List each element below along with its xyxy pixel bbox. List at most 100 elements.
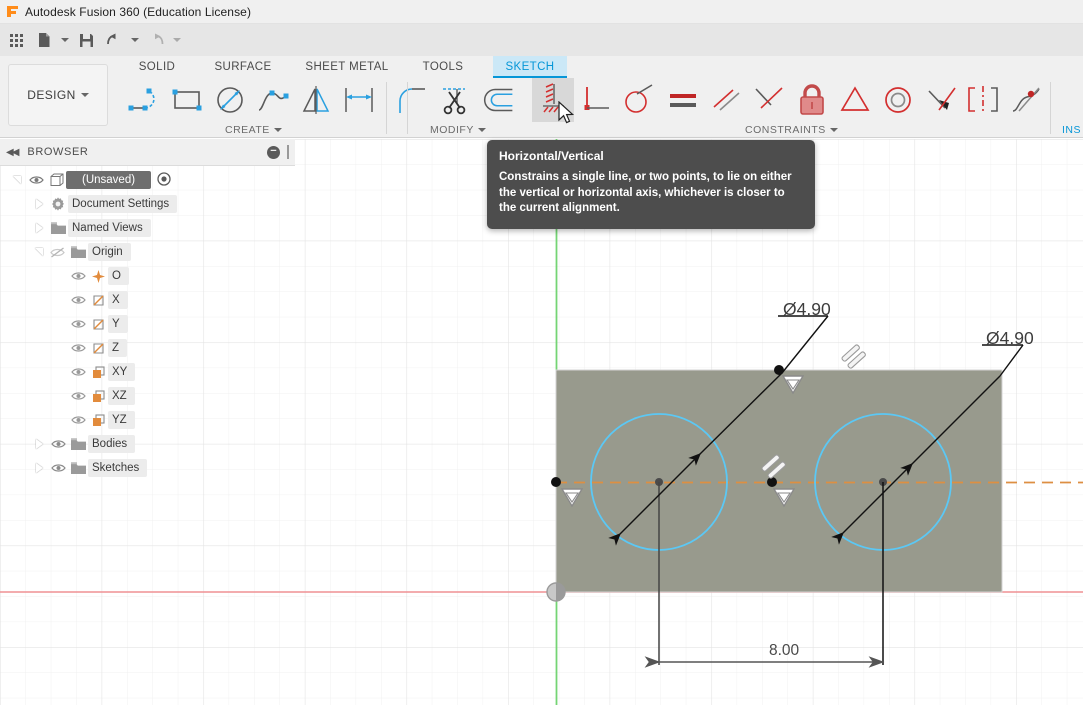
tree-item-origin-point[interactable]: O bbox=[0, 264, 295, 288]
line-tool[interactable] bbox=[124, 78, 166, 122]
twisty-right-icon[interactable] bbox=[30, 199, 48, 209]
visibility-eye-icon[interactable] bbox=[68, 271, 88, 281]
trim-tool[interactable] bbox=[434, 78, 476, 122]
radio-icon[interactable] bbox=[157, 171, 171, 189]
fillet-icon bbox=[399, 88, 425, 113]
tree-item-plane-yz[interactable]: YZ bbox=[0, 408, 295, 432]
plane-icon bbox=[88, 389, 108, 404]
workspace-switcher[interactable]: DESIGN bbox=[8, 64, 108, 126]
parallel-constraint[interactable] bbox=[705, 78, 747, 122]
ribbon-tabs: SOLID SURFACE SHEET METAL TOOLS SKETCH bbox=[118, 56, 1083, 78]
top-edge-point[interactable] bbox=[774, 365, 784, 375]
perpendicular-constraint[interactable] bbox=[575, 78, 617, 122]
chevron-down-icon bbox=[61, 38, 69, 42]
browser-title: BROWSER bbox=[27, 146, 89, 158]
pattern-arrow-icon bbox=[345, 88, 373, 112]
collinear-constraint[interactable] bbox=[748, 78, 790, 122]
chevron-down-icon bbox=[131, 38, 139, 42]
undo-caret[interactable] bbox=[128, 25, 142, 55]
concentric-constraint[interactable] bbox=[877, 78, 919, 122]
equal-constraint[interactable] bbox=[662, 78, 704, 122]
redo-caret[interactable] bbox=[170, 25, 184, 55]
equal-icon bbox=[670, 94, 696, 107]
inspect-measure-tool[interactable] bbox=[1066, 78, 1083, 122]
mirror-tool[interactable] bbox=[295, 78, 337, 122]
tab-surface[interactable]: SURFACE bbox=[200, 56, 286, 78]
tree-item-origin[interactable]: Origin bbox=[0, 240, 295, 264]
inspect-group-label[interactable]: INS bbox=[1062, 124, 1081, 136]
tree-item-axis-y[interactable]: Y bbox=[0, 312, 295, 336]
tab-solid[interactable]: SOLID bbox=[118, 56, 196, 78]
mid-construction-point[interactable] bbox=[767, 477, 777, 487]
tangent-constraint[interactable] bbox=[618, 78, 660, 122]
redo-button[interactable] bbox=[142, 25, 170, 55]
group-separator-1b bbox=[407, 82, 408, 134]
modify-group-label[interactable]: MODIFY bbox=[430, 124, 486, 136]
symmetry-constraint[interactable] bbox=[962, 78, 1004, 122]
tree-item-document-settings[interactable]: Document Settings bbox=[0, 192, 295, 216]
rectangle-tool[interactable] bbox=[166, 78, 208, 122]
tree-item-label: Named Views bbox=[68, 219, 151, 237]
visibility-eye-icon[interactable] bbox=[26, 175, 46, 185]
create-group-label[interactable]: CREATE bbox=[225, 124, 282, 136]
tree-item-unsaved[interactable]: (Unsaved) bbox=[0, 168, 295, 192]
minus-circle-icon[interactable]: − bbox=[267, 145, 280, 159]
concentric-icon bbox=[885, 87, 911, 113]
tab-sheet-metal[interactable]: SHEET METAL bbox=[290, 56, 404, 78]
app-grid-button[interactable] bbox=[2, 25, 30, 55]
spline-tool[interactable] bbox=[252, 78, 294, 122]
twisty-right-icon[interactable] bbox=[30, 463, 48, 473]
tree-item-axis-x[interactable]: X bbox=[0, 288, 295, 312]
folder-icon bbox=[68, 461, 88, 475]
tree-item-axis-z[interactable]: Z bbox=[0, 336, 295, 360]
visibility-eye-icon[interactable] bbox=[68, 343, 88, 353]
offset-icon bbox=[483, 88, 513, 112]
collapse-left-icon[interactable]: ◀◀ bbox=[6, 147, 19, 158]
visibility-eye-icon[interactable] bbox=[68, 319, 88, 329]
coincident-constraint[interactable] bbox=[920, 78, 962, 122]
twisty-down-icon[interactable] bbox=[30, 248, 48, 256]
window-title: Autodesk Fusion 360 (Education License) bbox=[25, 4, 252, 19]
circle-tool[interactable] bbox=[209, 78, 251, 122]
right-diameter-text[interactable]: Ø4.90 bbox=[986, 328, 1034, 348]
visibility-eye-off-icon[interactable] bbox=[48, 246, 68, 258]
visibility-eye-icon[interactable] bbox=[68, 415, 88, 425]
horizontal-distance-text[interactable]: 8.00 bbox=[769, 642, 800, 659]
sketch-profile-rect[interactable] bbox=[555, 369, 1003, 593]
left-diameter-text[interactable]: Ø4.90 bbox=[783, 299, 831, 319]
twisty-down-icon[interactable] bbox=[8, 176, 26, 184]
fix-unfix-constraint[interactable] bbox=[791, 78, 833, 122]
midpoint-constraint[interactable] bbox=[834, 78, 876, 122]
undo-button[interactable] bbox=[100, 25, 128, 55]
tree-item-named-views[interactable]: Named Views bbox=[0, 216, 295, 240]
twisty-right-icon[interactable] bbox=[30, 439, 48, 449]
tree-item-bodies[interactable]: Bodies bbox=[0, 432, 295, 456]
ribbon-tool-row: CREATE MODIFY CONSTRAINTS INS bbox=[118, 78, 1083, 138]
tree-item-sketches[interactable]: Sketches bbox=[0, 456, 295, 480]
visibility-eye-icon[interactable] bbox=[48, 439, 68, 449]
constraints-group-label[interactable]: CONSTRAINTS bbox=[745, 124, 838, 136]
offset-tool[interactable] bbox=[478, 78, 520, 122]
axis-icon bbox=[88, 317, 108, 332]
tree-item-plane-xz[interactable]: XZ bbox=[0, 384, 295, 408]
panel-resize-grip[interactable] bbox=[287, 145, 289, 159]
spline-icon bbox=[258, 90, 289, 111]
visibility-eye-icon[interactable] bbox=[48, 463, 68, 473]
tree-item-plane-xy[interactable]: XY bbox=[0, 360, 295, 384]
tab-tools[interactable]: TOOLS bbox=[407, 56, 479, 78]
browser-header: ◀◀ BROWSER − bbox=[0, 139, 295, 166]
curvature-constraint[interactable] bbox=[1005, 78, 1047, 122]
origin-point-icon bbox=[88, 269, 108, 284]
new-document-button[interactable] bbox=[30, 25, 58, 55]
save-button[interactable] bbox=[72, 25, 100, 55]
collinear-icon bbox=[755, 87, 783, 109]
rectangular-pattern-tool[interactable] bbox=[338, 78, 380, 122]
twisty-right-icon[interactable] bbox=[30, 223, 48, 233]
visibility-eye-icon[interactable] bbox=[68, 367, 88, 377]
left-edge-point[interactable] bbox=[551, 477, 561, 487]
visibility-eye-icon[interactable] bbox=[68, 295, 88, 305]
visibility-eye-icon[interactable] bbox=[68, 391, 88, 401]
new-document-caret[interactable] bbox=[58, 25, 72, 55]
tab-sketch[interactable]: SKETCH bbox=[493, 56, 567, 78]
fillet-tool[interactable] bbox=[391, 78, 433, 122]
